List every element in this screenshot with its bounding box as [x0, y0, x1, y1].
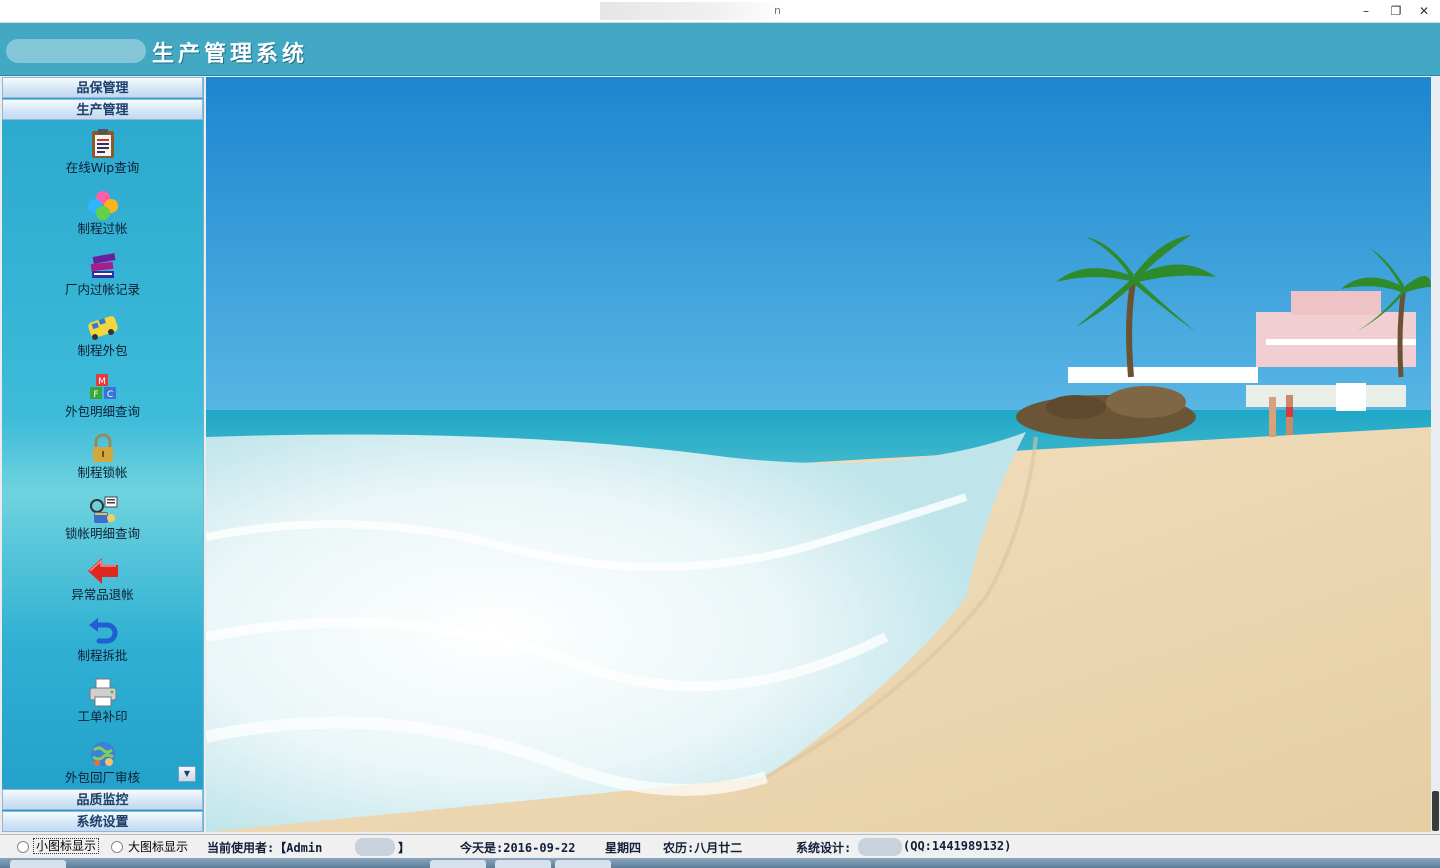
sidebar-item-outsource-detail[interactable]: M F C 外包明细查询 — [2, 366, 203, 426]
group-system-settings[interactable]: 系统设置 — [2, 811, 203, 832]
weekday: 星期四 — [605, 841, 642, 855]
large-icon-label[interactable]: 大图标显示 — [128, 838, 188, 855]
window-titlebar: n – ❐ ✕ — [0, 0, 1440, 23]
lunar-date: 农历:八月廿二 — [663, 841, 743, 855]
lock-key-search-icon — [89, 496, 117, 523]
status-bar: 小图标显示 大图标显示 当前使用者:【Admin 】 今天是:2016-09-2… — [0, 834, 1440, 859]
small-icon-radio[interactable] — [17, 841, 29, 853]
restore-button[interactable]: ❐ — [1382, 2, 1410, 20]
right-scrollbar[interactable] — [1431, 77, 1440, 834]
window-title: n — [600, 2, 787, 20]
large-icon-radio[interactable] — [111, 841, 123, 853]
app-header: 生产管理系统 — [0, 23, 1440, 76]
sidebar-item-workorder-reprint[interactable]: 工单补印 — [2, 671, 203, 731]
minimize-button[interactable]: – — [1352, 2, 1380, 20]
user-name-redacted — [355, 838, 395, 856]
printer-icon — [89, 678, 116, 707]
svg-text:C: C — [106, 390, 112, 400]
small-icon-label[interactable]: 小图标显示 — [33, 838, 100, 854]
sidebar-scroll-down-button[interactable]: ▼ — [178, 766, 196, 782]
taskbar-button[interactable] — [495, 860, 551, 868]
os-taskbar — [0, 858, 1440, 868]
close-button[interactable]: ✕ — [1410, 2, 1438, 20]
sidebar-item-wip-query[interactable]: 在线Wip查询 — [2, 122, 203, 182]
svg-text:F: F — [93, 390, 98, 400]
sidebar-item-label: 外包明细查询 — [64, 404, 140, 419]
designer-name-redacted — [858, 838, 902, 856]
group-quality-monitoring[interactable]: 品质监控 — [2, 789, 203, 810]
company-logo — [6, 39, 146, 63]
padlock-icon — [92, 433, 113, 462]
books-stack-icon — [90, 253, 116, 278]
sidebar-item-outsourcing[interactable]: 制程外包 — [2, 305, 203, 365]
sidebar-item-process-lock[interactable]: 制程锁帐 — [2, 427, 203, 487]
designer-qq: (QQ:1441989132) — [903, 839, 1012, 853]
today-date: 今天是:2016-09-22 — [460, 841, 576, 855]
taskbar-button[interactable] — [10, 860, 66, 868]
main-background-image — [206, 77, 1431, 832]
current-user-label: 当前使用者:【Admin — [207, 841, 323, 855]
sidebar-item-label: 制程外包 — [77, 343, 128, 358]
svg-text:M: M — [98, 377, 106, 387]
scrollbar-thumb[interactable] — [1432, 791, 1439, 831]
sidebar-item-label: 制程锁帐 — [77, 465, 128, 480]
undo-arrow-icon — [88, 618, 117, 644]
globe-people-icon — [90, 742, 115, 766]
group-production[interactable]: 生产管理 — [2, 99, 203, 120]
sidebar-item-posting-records[interactable]: 厂内过帐记录 — [2, 244, 203, 304]
red-left-arrow-icon — [87, 558, 118, 584]
sidebar-item-label: 工单补印 — [77, 709, 128, 724]
sidebar-item-label: 制程过帐 — [77, 221, 128, 236]
color-petals-icon — [87, 191, 118, 220]
sidebar-item-outsource-return-audit[interactable]: 外包回厂审核 — [2, 732, 203, 792]
taskbar-button[interactable] — [430, 860, 486, 868]
sidebar-item-label: 制程拆批 — [77, 648, 128, 663]
sidebar-item-process-posting[interactable]: 制程过帐 — [2, 183, 203, 243]
sidebar-item-process-split[interactable]: 制程拆批 — [2, 610, 203, 670]
bus-icon — [87, 316, 118, 340]
sidebar-item-label: 厂内过帐记录 — [64, 282, 140, 297]
sidebar-nav: 品保管理 生产管理 在线Wip查询 制程过帐 厂内过帐记录 制程外包 M F C… — [2, 77, 204, 832]
designer-label: 系统设计: — [796, 841, 852, 855]
current-user-suffix: 】 — [398, 841, 411, 855]
sidebar-item-lock-detail[interactable]: 锁帐明细查询 — [2, 488, 203, 548]
group-quality-assurance[interactable]: 品保管理 — [2, 77, 203, 98]
sidebar-item-label: 异常品退帐 — [71, 587, 134, 602]
sidebar-item-defect-return[interactable]: 异常品退帐 — [2, 549, 203, 609]
sidebar-item-label: 在线Wip查询 — [65, 160, 140, 175]
sidebar-item-label: 外包回厂审核 — [64, 770, 140, 785]
app-title: 生产管理系统 — [152, 41, 309, 67]
letter-blocks-icon: M F C — [89, 374, 116, 400]
taskbar-button[interactable] — [555, 860, 611, 868]
clipboard-report-icon — [91, 129, 114, 158]
sidebar-item-label: 锁帐明细查询 — [64, 526, 140, 541]
beach-wallpaper — [206, 77, 1431, 832]
